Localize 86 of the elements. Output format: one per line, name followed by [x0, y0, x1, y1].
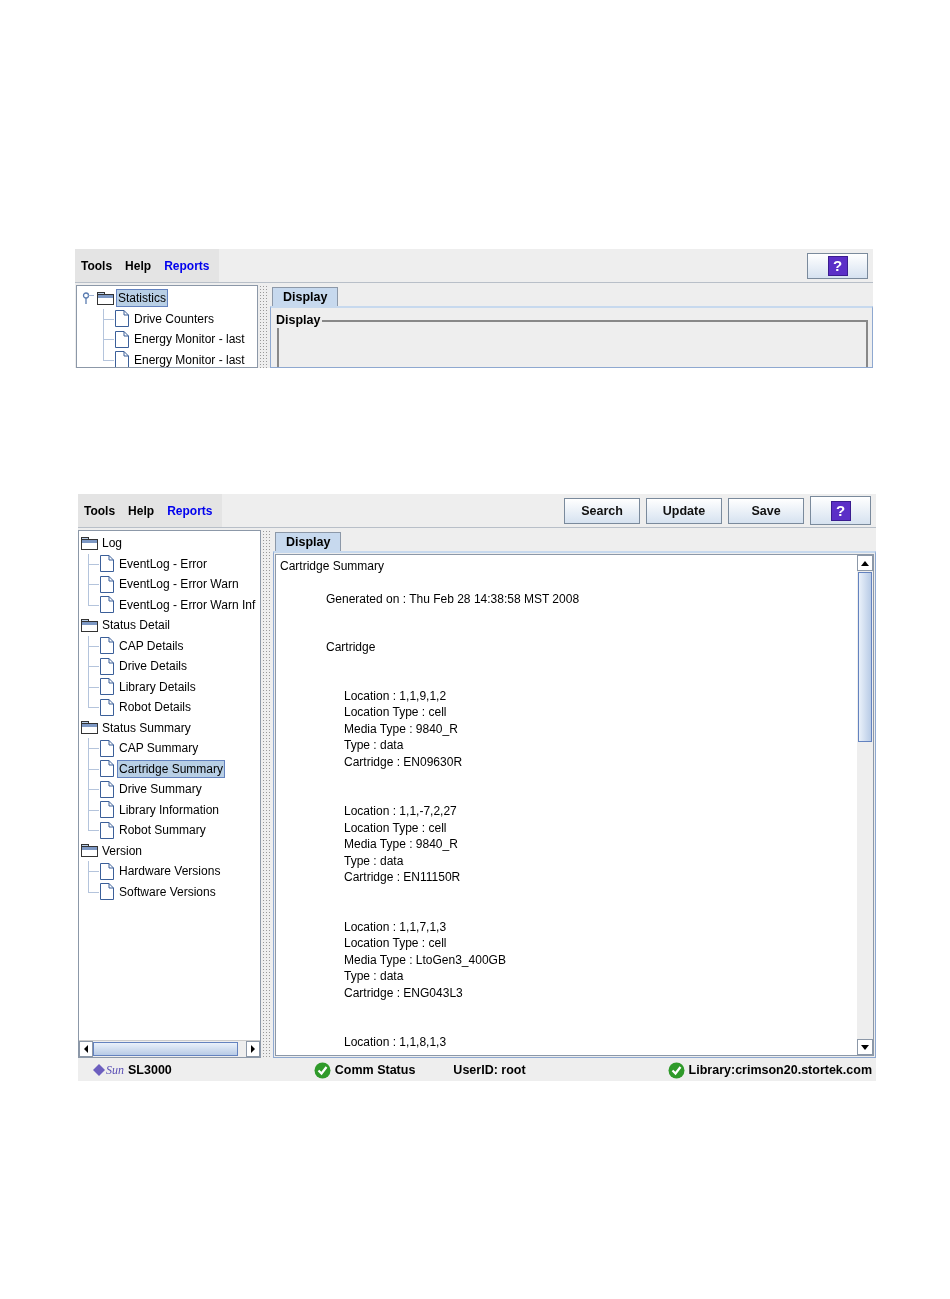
report-title: Cartridge Summary: [280, 558, 386, 575]
report-line: Type : data: [344, 852, 405, 869]
check-icon: [313, 1061, 331, 1079]
splitter-handle[interactable]: [262, 530, 272, 1058]
report-line: Cartridge : EN11150R: [344, 869, 462, 886]
document-icon: [100, 637, 114, 655]
report-line: Location : 1,1,9,1,2: [344, 687, 448, 704]
check-icon: [667, 1061, 685, 1079]
product-name: SL3000: [128, 1063, 172, 1077]
report-line: Media Type : 9840_R: [344, 720, 459, 737]
tree-item[interactable]: EventLog - Error Warn: [117, 575, 241, 594]
tree-item[interactable]: Software Versions: [117, 882, 218, 901]
tree-item[interactable]: CAP Details: [117, 636, 186, 655]
tree-item[interactable]: Robot Details: [117, 698, 194, 717]
tree-item[interactable]: Drive Details: [117, 657, 189, 676]
report-line: Cartridge : ENG043L3: [344, 984, 464, 1001]
menu-item[interactable]: Tools: [81, 256, 113, 275]
document-icon: [115, 330, 129, 348]
report-line: Location : 1,1,-7,2,27: [344, 803, 458, 820]
help-button[interactable]: ?: [807, 252, 868, 279]
help-button[interactable]: ?: [810, 496, 871, 525]
report-heading: Cartridge: [326, 639, 377, 656]
horizontal-scrollbar[interactable]: [79, 1040, 260, 1057]
menu-item[interactable]: Help: [128, 501, 155, 520]
tree-item[interactable]: Library Details: [117, 677, 198, 696]
group-title: Display: [276, 313, 323, 328]
toolbar-button[interactable]: Search: [564, 497, 640, 524]
document-icon: [100, 739, 114, 757]
report-line: Type : data: [344, 968, 405, 985]
tree-folder[interactable]: Statistics: [116, 289, 168, 308]
document-icon: [100, 575, 114, 593]
report-line: Location Type : cell: [344, 935, 448, 952]
tree-folder[interactable]: Status Detail: [100, 616, 173, 635]
toolbar-button[interactable]: Update: [646, 497, 722, 524]
display-tab[interactable]: Display: [275, 532, 342, 551]
report-line: Location : 1,1,7,1,3: [344, 918, 448, 935]
tree-item[interactable]: Drive Counters: [132, 309, 217, 328]
toolbar-button[interactable]: Save: [728, 497, 804, 524]
document-icon: [100, 678, 114, 696]
left-arrow-icon[interactable]: [83, 1045, 89, 1053]
report-line: Type : data: [344, 737, 405, 754]
document-icon: [100, 698, 114, 716]
document-icon: [100, 801, 114, 819]
document-icon: [100, 555, 114, 573]
tree-item[interactable]: Energy Monitor - last: [132, 330, 247, 349]
vertical-scrollbar[interactable]: [857, 555, 873, 1055]
tree-folder[interactable]: Log: [100, 534, 125, 553]
document-icon: [100, 657, 114, 675]
report-line: Media Type : 9840_R: [344, 836, 459, 853]
tree-handle-icon[interactable]: [82, 292, 94, 305]
report-line: Media Type : LtoGen3_400GB: [344, 951, 507, 968]
document-icon: [100, 760, 114, 778]
menu-item[interactable]: Reports: [164, 256, 210, 275]
tree-item[interactable]: Cartridge Summary: [117, 759, 226, 778]
tree-folder[interactable]: Status Summary: [100, 718, 193, 737]
tree-item[interactable]: EventLog - Error Warn Inf: [117, 595, 258, 614]
document-icon: [100, 883, 114, 901]
tree-item[interactable]: CAP Summary: [117, 739, 201, 758]
report-line: Cartridge : EN09630R: [344, 753, 464, 770]
document-icon: [100, 821, 114, 839]
tree-item[interactable]: Robot Summary: [117, 821, 208, 840]
report-line: Location Type : cell: [344, 819, 448, 836]
down-arrow-icon[interactable]: [861, 1044, 869, 1050]
menu-item[interactable]: Tools: [84, 501, 116, 520]
library-name: Library:crimson20.stortek.com: [688, 1063, 872, 1077]
display-tab[interactable]: Display: [272, 287, 339, 306]
document-icon: [100, 780, 114, 798]
tree-item[interactable]: Library Information: [117, 800, 222, 819]
splitter-handle[interactable]: [259, 285, 269, 368]
document-icon: [100, 596, 114, 614]
report-line: Location : 1,1,8,1,3: [344, 1034, 448, 1051]
right-arrow-icon[interactable]: [250, 1045, 256, 1053]
menu-item[interactable]: Reports: [167, 501, 213, 520]
report-line: Generated on : Thu Feb 28 14:38:58 MST 2008: [326, 590, 581, 607]
document-icon: [115, 310, 129, 328]
tree-folder[interactable]: Version: [100, 841, 145, 860]
tree-item[interactable]: Hardware Versions: [117, 862, 223, 881]
tree-item[interactable]: Drive Summary: [117, 780, 204, 799]
document-icon: [100, 862, 114, 880]
up-arrow-icon[interactable]: [861, 560, 869, 566]
user-id: UserID: root: [453, 1063, 526, 1077]
comm-status: Comm Status: [334, 1063, 416, 1077]
menu-item[interactable]: Help: [125, 256, 152, 275]
tree-item[interactable]: EventLog - Error: [117, 554, 210, 573]
tree-item[interactable]: Energy Monitor - last: [132, 350, 247, 367]
report-line: Location Type : cell: [344, 704, 448, 721]
